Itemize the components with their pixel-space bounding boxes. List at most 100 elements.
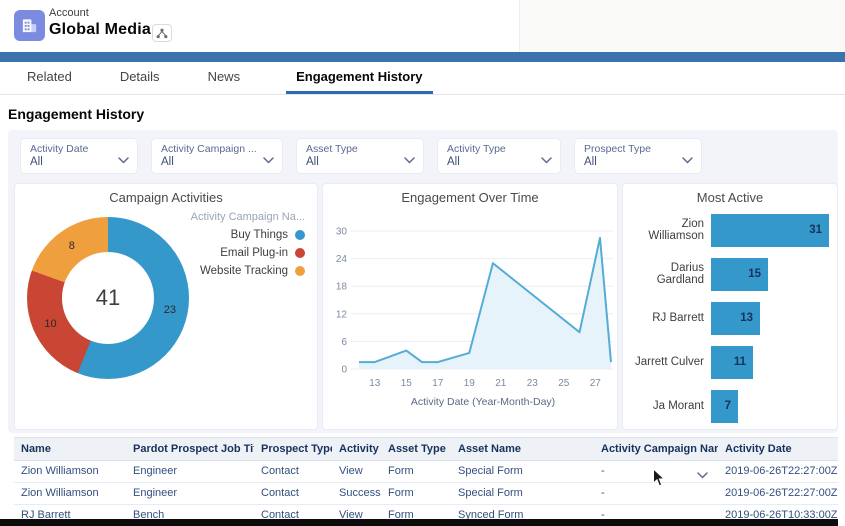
section-title: Engagement History	[8, 106, 145, 122]
donut-chart[interactable]: 41 23 10 8	[27, 217, 189, 379]
filter-value: All	[447, 156, 460, 168]
bar-value: 7	[724, 400, 731, 412]
bottom-bar	[0, 519, 838, 526]
column-header[interactable]: Asset Type	[381, 438, 451, 460]
bar-chart: Zion Williamson 31 Darius Gardland 15 RJ Bar…	[623, 208, 837, 428]
filter-label: Activity Type	[447, 143, 506, 155]
svg-text:17: 17	[432, 378, 444, 389]
svg-text:12: 12	[336, 309, 348, 320]
bar-value: 13	[740, 312, 753, 324]
table-cell[interactable]: Zion Williamson	[14, 483, 126, 504]
chevron-down-icon[interactable]	[697, 466, 708, 482]
tab-news[interactable]: News	[206, 62, 243, 94]
column-header[interactable]: Pardot Prospect Job Title	[126, 438, 254, 460]
bar-value: 11	[733, 356, 746, 368]
bar-row[interactable]: Jarrett Culver 11	[623, 340, 837, 384]
bar-row[interactable]: Darius Gardland 15	[623, 252, 837, 296]
salesforce-engagement-history-page: Account Global Media Related Details New…	[0, 0, 845, 526]
bar-track: 11	[711, 345, 837, 379]
table-cell[interactable]: Special Form	[451, 461, 594, 482]
table-cell[interactable]: Form	[381, 461, 451, 482]
table-cell[interactable]: Form	[381, 483, 451, 504]
column-header[interactable]: Name	[14, 438, 126, 460]
filter-value: All	[306, 156, 319, 168]
table-cell[interactable]: Contact	[254, 461, 332, 482]
chevron-down-icon[interactable]	[682, 151, 693, 169]
chevron-down-icon[interactable]	[263, 151, 274, 169]
bar[interactable]: 15	[711, 257, 768, 291]
filter-bar: Activity Date All Activity Campaign ... All…	[20, 138, 702, 174]
most-active-card: Most Active Zion Williamson 31 Darius Gard…	[622, 183, 838, 430]
filter-prospect-type[interactable]: Prospect Type All	[574, 138, 702, 174]
column-header[interactable]: Activity	[332, 438, 381, 460]
bar-track: 7	[711, 389, 837, 423]
bar[interactable]: 11	[711, 345, 753, 379]
donut-total-value: 41	[95, 285, 121, 310]
filter-label: Activity Campaign ...	[161, 143, 257, 155]
bar-value: 15	[748, 268, 761, 280]
record-type-label: Account	[49, 7, 89, 19]
filter-activity-campaign[interactable]: Activity Campaign ... All	[151, 138, 283, 174]
filter-activity-date[interactable]: Activity Date All	[20, 138, 138, 174]
bar[interactable]: 31	[711, 213, 829, 247]
filter-asset-type[interactable]: Asset Type All	[296, 138, 424, 174]
table-cell[interactable]: Engineer	[126, 483, 254, 504]
legend-item[interactable]: Email Plug-in	[191, 244, 305, 262]
svg-text:21: 21	[495, 378, 507, 389]
table-row[interactable]: Zion Williamson Engineer Contact View Form Sp…	[14, 461, 838, 483]
svg-text:30: 30	[336, 227, 348, 238]
column-header[interactable]: Activity Date	[718, 438, 838, 460]
hierarchy-button[interactable]	[152, 24, 172, 42]
bar-track: 15	[711, 257, 837, 291]
legend-item[interactable]: Buy Things	[191, 226, 305, 244]
line-chart[interactable]: 0 6 12 18 24 30 13 15 17 19 21 23 25 27 Activity Date …	[323, 205, 619, 417]
tab-engagement-history[interactable]: Engagement History	[286, 62, 433, 94]
svg-text:6: 6	[341, 337, 347, 348]
svg-text:13: 13	[369, 378, 381, 389]
legend-swatch-icon	[295, 230, 305, 240]
record-header: Account Global Media	[0, 0, 845, 52]
mouse-cursor	[652, 467, 666, 493]
svg-text:23: 23	[527, 378, 539, 389]
filter-label: Asset Type	[306, 143, 358, 155]
table-cell[interactable]: 2019-06-26T22:27:00Z	[718, 483, 838, 504]
filter-value: All	[161, 156, 174, 168]
svg-text:18: 18	[336, 282, 348, 293]
column-header[interactable]: Activity Campaign Name	[594, 438, 718, 460]
column-header[interactable]: Prospect Type	[254, 438, 332, 460]
legend-title: Activity Campaign Na...	[190, 211, 305, 223]
donut-slice-value: 8	[68, 240, 75, 253]
bar[interactable]: 7	[711, 389, 738, 423]
bar-category-label: Zion Williamson	[648, 218, 704, 242]
table-cell[interactable]: Zion Williamson	[14, 461, 126, 482]
bar-value: 31	[809, 224, 822, 236]
bar-row[interactable]: RJ Barrett 13	[623, 296, 837, 340]
bar[interactable]: 13	[711, 301, 760, 335]
filter-value: All	[584, 156, 597, 168]
column-header[interactable]: Asset Name	[451, 438, 594, 460]
table-cell[interactable]: Engineer	[126, 461, 254, 482]
table-row[interactable]: Zion Williamson Engineer Contact Success For…	[14, 483, 838, 505]
legend-label: Website Tracking	[200, 265, 288, 277]
engagement-table: Name Pardot Prospect Job Title Prospect Ty…	[14, 437, 838, 526]
chevron-down-icon[interactable]	[404, 151, 415, 169]
table-cell[interactable]: View	[332, 461, 381, 482]
tab-related[interactable]: Related	[25, 62, 74, 94]
campaign-activities-card: Campaign Activities 41 23 10 8 Activity Ca…	[14, 183, 318, 430]
page-title: Global Media	[49, 21, 151, 38]
filter-activity-type[interactable]: Activity Type All	[437, 138, 561, 174]
bar-row[interactable]: Ja Morant 7	[623, 384, 837, 428]
bar-row[interactable]: Zion Williamson 31	[623, 208, 837, 252]
table-cell[interactable]: Special Form	[451, 483, 594, 504]
table-cell[interactable]: 2019-06-26T22:27:00Z	[718, 461, 838, 482]
donut-legend: Activity Campaign Na... Buy Things Email …	[191, 208, 305, 280]
chevron-down-icon[interactable]	[118, 151, 129, 169]
tab-details[interactable]: Details	[118, 62, 162, 94]
legend-item[interactable]: Website Tracking	[191, 262, 305, 280]
table-cell[interactable]: Success	[332, 483, 381, 504]
chevron-down-icon[interactable]	[541, 151, 552, 169]
legend-label: Buy Things	[230, 229, 288, 241]
table-cell[interactable]: Contact	[254, 483, 332, 504]
table-header-row: Name Pardot Prospect Job Title Prospect Ty…	[14, 438, 838, 461]
legend-label: Email Plug-in	[220, 247, 288, 259]
